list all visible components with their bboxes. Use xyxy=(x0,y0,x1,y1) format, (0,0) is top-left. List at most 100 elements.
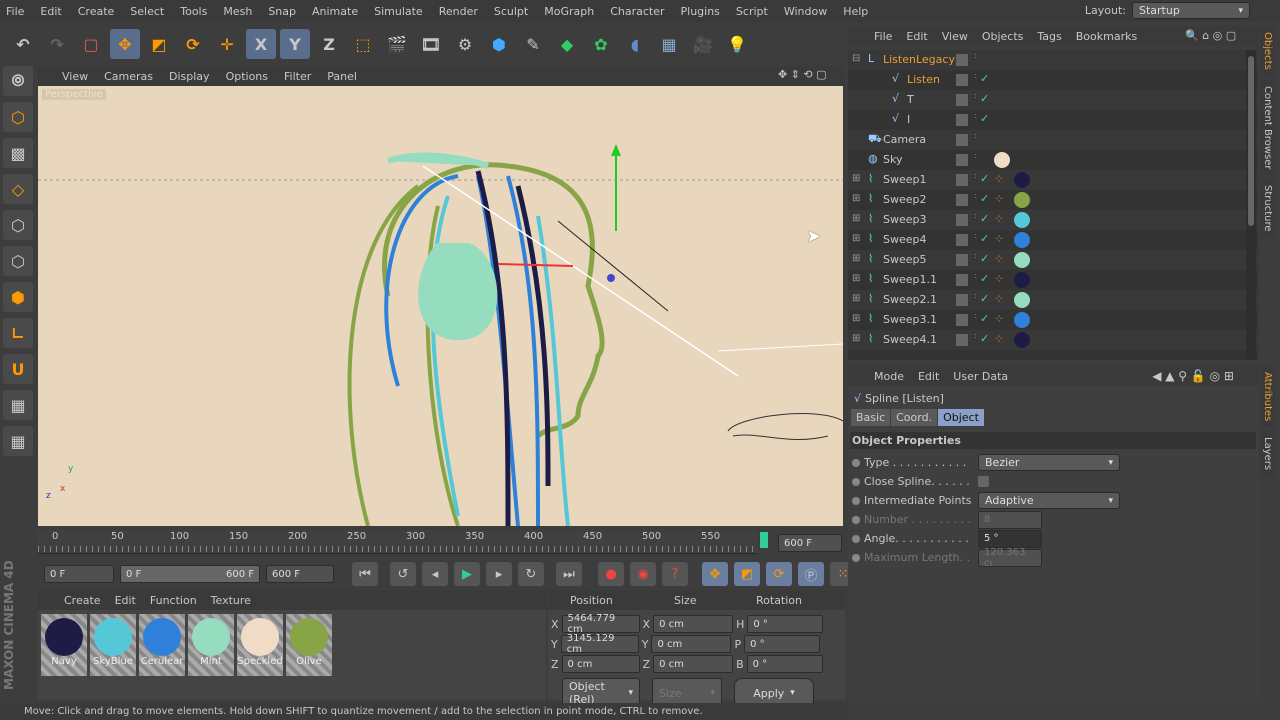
object-menu-objects[interactable]: Objects xyxy=(982,30,1024,43)
current-frame-field[interactable]: 0 F xyxy=(44,565,114,583)
material-menu-texture[interactable]: Texture xyxy=(211,594,251,607)
render-dots[interactable]: : xyxy=(974,252,977,260)
subdivision-icon[interactable]: ◆ xyxy=(552,29,582,59)
visibility-toggle[interactable] xyxy=(956,314,968,326)
texture-mode-icon[interactable]: ▩ xyxy=(3,138,33,168)
make-editable-icon[interactable]: ⦾ xyxy=(3,66,33,96)
edges-mode-icon[interactable]: ⬡ xyxy=(3,246,33,276)
material-tag[interactable] xyxy=(1014,272,1030,288)
cube-icon[interactable]: ⬢ xyxy=(484,29,514,59)
menu-help[interactable]: Help xyxy=(843,5,868,18)
render-dots[interactable]: : xyxy=(974,172,977,180)
viewport-menu-view[interactable]: View xyxy=(62,70,88,83)
live-selection-icon[interactable]: ▢ xyxy=(76,29,106,59)
object-row[interactable]: √ T: ✓ xyxy=(848,90,1258,110)
enabled-check-icon[interactable]: ✓ xyxy=(980,332,989,345)
object-manager-tools[interactable]: 🔍 ⌂ ◎ ▢ xyxy=(1185,29,1236,42)
object-name[interactable]: Sweep3.1 xyxy=(883,313,937,326)
deformer-icon[interactable]: ◖ xyxy=(620,29,650,59)
object-row[interactable]: ⊞ ⌇ Sweep1.1: ✓ ⁘ xyxy=(848,270,1258,290)
expand-icon[interactable]: ⊞ xyxy=(852,293,860,304)
material-tag[interactable] xyxy=(994,152,1010,168)
visibility-toggle[interactable] xyxy=(956,234,968,246)
size-field[interactable]: 0 cm xyxy=(653,655,734,673)
animate-dot[interactable] xyxy=(852,515,860,524)
object-list-scrollbar[interactable] xyxy=(1246,50,1256,360)
rotate-tool-icon[interactable]: ⟳ xyxy=(178,29,208,59)
camera-icon[interactable]: 🎥 xyxy=(688,29,718,59)
menu-render[interactable]: Render xyxy=(439,5,478,18)
expand-icon[interactable]: ⊞ xyxy=(852,253,860,264)
object-row[interactable]: ◍ Sky: xyxy=(848,150,1258,170)
next-frame-icon[interactable]: ▸ xyxy=(486,562,512,586)
object-menu-file[interactable]: File xyxy=(874,30,892,43)
menu-snap[interactable]: Snap xyxy=(268,5,296,18)
phong-tag-icon[interactable]: ⁘ xyxy=(994,212,1004,226)
material-tag[interactable] xyxy=(1014,212,1030,228)
side-tab-structure[interactable]: Structure xyxy=(1260,179,1275,238)
size-field[interactable]: 0 cm xyxy=(651,635,732,653)
render-view-icon[interactable]: 🎬 xyxy=(382,29,412,59)
animate-dot[interactable] xyxy=(852,458,860,467)
rot-field[interactable]: 0 ° xyxy=(746,655,823,673)
material-swatch[interactable]: SkyBlue xyxy=(90,614,136,676)
max-frame-field[interactable]: 600 F xyxy=(266,565,334,583)
material-swatch[interactable]: Mint xyxy=(188,614,234,676)
layout-dropdown[interactable]: Startup xyxy=(1132,2,1250,19)
enabled-check-icon[interactable]: ✓ xyxy=(980,72,989,85)
size-field[interactable]: 0 cm xyxy=(653,615,734,633)
render-dots[interactable]: : xyxy=(974,292,977,300)
render-dots[interactable]: : xyxy=(974,332,977,340)
expand-icon[interactable]: ⊞ xyxy=(852,193,860,204)
menu-simulate[interactable]: Simulate xyxy=(374,5,423,18)
timeline-ruler[interactable]: 0501001502002503003504004505005506 xyxy=(38,530,766,554)
previous-frame-icon[interactable]: ◂ xyxy=(422,562,448,586)
object-name[interactable]: Sky xyxy=(883,153,902,166)
key-scale-icon[interactable]: ◩ xyxy=(734,562,760,586)
menu-character[interactable]: Character xyxy=(610,5,664,18)
object-name[interactable]: Sweep4.1 xyxy=(883,333,937,346)
axis-mode-icon[interactable]: ∟ xyxy=(3,318,33,348)
material-swatch[interactable]: Speckled xyxy=(237,614,283,676)
visibility-toggle[interactable] xyxy=(956,254,968,266)
visibility-toggle[interactable] xyxy=(956,194,968,206)
phong-tag-icon[interactable]: ⁘ xyxy=(994,332,1004,346)
timeline-playhead[interactable] xyxy=(760,532,768,548)
object-name[interactable]: Sweep1 xyxy=(883,173,927,186)
enabled-check-icon[interactable]: ✓ xyxy=(980,312,989,325)
scale-tool-icon[interactable]: ◩ xyxy=(144,29,174,59)
enabled-check-icon[interactable]: ✓ xyxy=(980,292,989,305)
visibility-toggle[interactable] xyxy=(956,54,968,66)
side-tab-objects[interactable]: Objects xyxy=(1260,26,1275,76)
menu-animate[interactable]: Animate xyxy=(312,5,358,18)
menu-window[interactable]: Window xyxy=(784,5,827,18)
material-tag[interactable] xyxy=(1014,292,1030,308)
pos-field[interactable]: 0 cm xyxy=(561,655,640,673)
expand-icon[interactable]: ⊞ xyxy=(852,233,860,244)
object-name[interactable]: Sweep2 xyxy=(883,193,927,206)
y-axis-lock[interactable]: Y xyxy=(280,29,310,59)
menu-file[interactable]: File xyxy=(6,5,24,18)
object-row[interactable]: ⊞ ⌇ Sweep4.1: ✓ ⁘ xyxy=(848,330,1258,350)
model-mode-icon[interactable]: ⬡ xyxy=(3,102,33,132)
object-name[interactable]: Sweep4 xyxy=(883,233,927,246)
autokey-icon[interactable]: ◉ xyxy=(630,562,656,586)
enabled-check-icon[interactable]: ✓ xyxy=(980,232,989,245)
visibility-toggle[interactable] xyxy=(956,294,968,306)
enabled-check-icon[interactable]: ✓ xyxy=(980,192,989,205)
object-name[interactable]: Listen xyxy=(907,73,940,86)
viewport-menu-options[interactable]: Options xyxy=(226,70,268,83)
viewport-menu-panel[interactable]: Panel xyxy=(327,70,357,83)
rot-field[interactable]: 0 ° xyxy=(747,615,824,633)
material-swatch[interactable]: Cerulear xyxy=(139,614,185,676)
object-name[interactable]: Sweep3 xyxy=(883,213,927,226)
object-row[interactable]: ⊞ ⌇ Sweep3.1: ✓ ⁘ xyxy=(848,310,1258,330)
render-dots[interactable]: : xyxy=(974,72,977,80)
play-icon[interactable]: ▶ xyxy=(454,562,480,586)
coordinate-system-icon[interactable]: ⬚ xyxy=(348,29,378,59)
tab-object[interactable]: Object xyxy=(938,409,984,426)
key-position-icon[interactable]: ✥ xyxy=(702,562,728,586)
visibility-toggle[interactable] xyxy=(956,74,968,86)
object-row[interactable]: ⊟ L ListenLegacy: xyxy=(848,50,1258,70)
attributes-menu-user-data[interactable]: User Data xyxy=(953,370,1008,383)
